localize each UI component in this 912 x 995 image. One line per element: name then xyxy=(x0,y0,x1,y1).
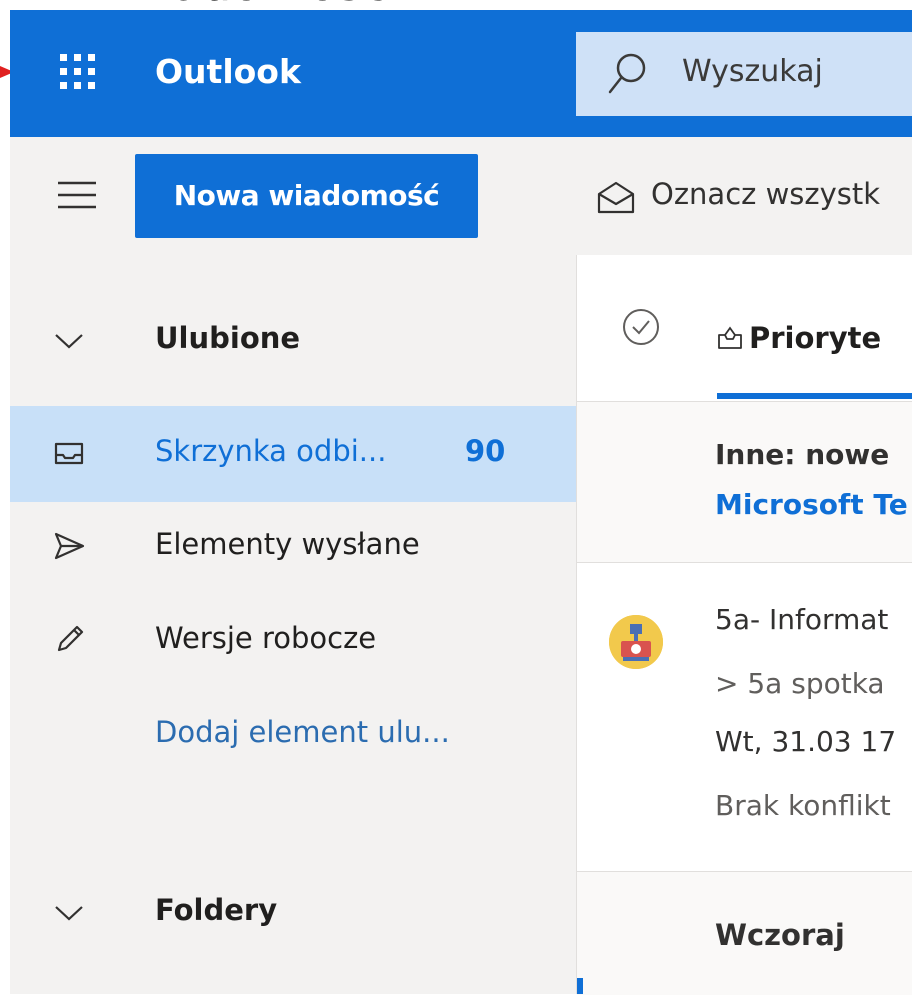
sidebar-item-inbox[interactable]: Skrzynka odbi... 90 xyxy=(10,406,576,502)
inbox-icon xyxy=(52,436,86,470)
add-favorite-label: Dodaj element ulu... xyxy=(155,715,450,749)
tab-focused[interactable]: Prioryte xyxy=(717,321,881,355)
chevron-down-icon xyxy=(52,323,86,357)
sidebar-item-label: Skrzynka odbi... xyxy=(155,434,387,468)
app-header: Outlook Wyszukaj xyxy=(10,10,912,137)
envelope-open-icon[interactable] xyxy=(596,179,636,215)
scroll-indicator xyxy=(577,978,583,994)
unread-count-badge: 90 xyxy=(465,434,506,468)
app-brand[interactable]: Outlook xyxy=(155,52,301,91)
focused-inbox-icon xyxy=(717,326,743,350)
select-all-checkbox[interactable] xyxy=(621,307,661,347)
new-message-button[interactable]: Nowa wiadomość xyxy=(135,154,478,238)
folders-header[interactable]: Foldery xyxy=(10,865,576,961)
group-avatar-icon xyxy=(609,615,663,669)
other-banner-title: Inne: nowe xyxy=(715,438,890,471)
favorites-header-label: Ulubione xyxy=(155,321,301,355)
pencil-icon xyxy=(52,623,86,657)
search-placeholder: Wyszukaj xyxy=(682,54,823,89)
chevron-down-icon xyxy=(52,895,86,929)
message-list-pane: Prioryte Inne: nowe Microsoft Te 5a- Inf… xyxy=(576,255,912,995)
day-group-label: Wczoraj xyxy=(715,918,845,952)
message-preview: > 5a spotka xyxy=(715,667,885,700)
folder-pane: Ulubione Skrzynka odbi... 90 Elementy wy… xyxy=(10,255,576,994)
sidebar-item-label: Wersje robocze xyxy=(155,621,377,655)
search-input[interactable]: Wyszukaj xyxy=(576,32,912,116)
day-group-header: Wczoraj xyxy=(577,871,912,995)
other-inbox-banner[interactable]: Inne: nowe Microsoft Te xyxy=(577,402,912,563)
message-subject: 5a- Informat xyxy=(715,603,889,636)
tab-focused-label: Prioryte xyxy=(749,321,882,355)
favorites-header[interactable]: Ulubione xyxy=(10,293,576,389)
sidebar-item-label: Elementy wysłane xyxy=(155,527,420,561)
app-launcher-icon[interactable] xyxy=(58,52,98,92)
top-strip: Wiadomości xyxy=(0,0,912,10)
sidebar-item-drafts[interactable]: Wersje robocze xyxy=(10,593,576,689)
top-caption: Wiadomości xyxy=(112,0,402,10)
message-time: Wt, 31.03 17 xyxy=(715,725,897,758)
mark-all-read-button[interactable]: Oznacz wszystk xyxy=(651,177,880,211)
message-note: Brak konflikt xyxy=(715,789,891,822)
add-favorite-link[interactable]: Dodaj element ulu... xyxy=(10,687,576,783)
sidebar-item-sent[interactable]: Elementy wysłane xyxy=(10,499,576,595)
send-icon xyxy=(52,529,86,563)
active-tab-indicator xyxy=(717,393,912,399)
folders-header-label: Foldery xyxy=(155,893,278,927)
list-item[interactable]: 5a- Informat > 5a spotka Wt, 31.03 17 Br… xyxy=(577,563,912,871)
hamburger-icon[interactable] xyxy=(56,177,98,213)
other-banner-sender[interactable]: Microsoft Te xyxy=(715,488,908,521)
command-bar: Nowa wiadomość Oznacz wszystk xyxy=(10,137,912,255)
search-icon xyxy=(606,50,650,96)
